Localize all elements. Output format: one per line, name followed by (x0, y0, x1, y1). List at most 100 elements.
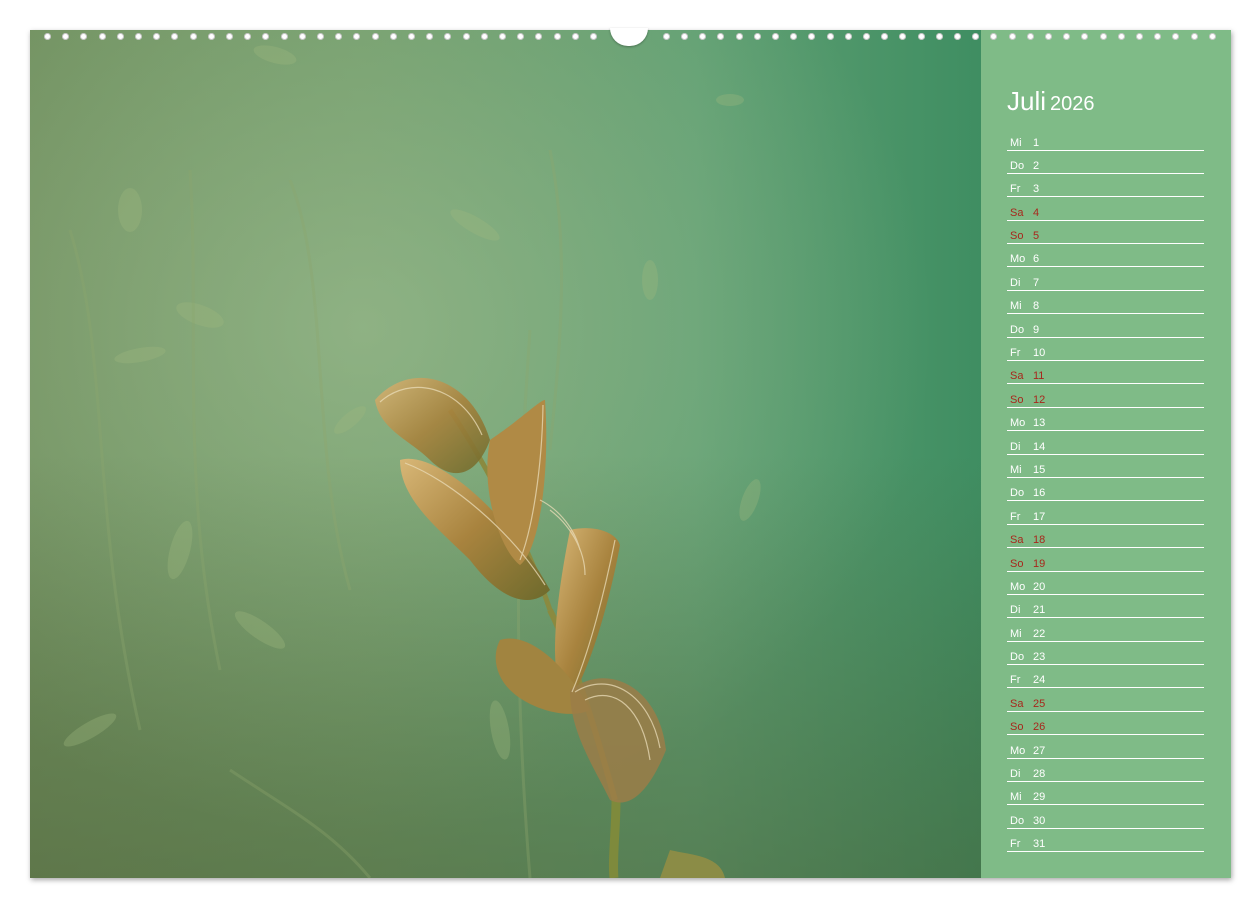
weekday-label: Do (1010, 487, 1025, 500)
weekday-label: So (1010, 557, 1024, 570)
day-number: 5 (1033, 230, 1040, 243)
weekday-label: Sa (1010, 697, 1024, 710)
calendar-page: Juli 2026 Mi 1 Do 2 Fr 3 Sa 4 So 5 Mo 6 Di 7 Mi 8 Do 9 Fr 10… (30, 30, 1231, 878)
day-number: 2 (1033, 159, 1040, 172)
day-number: 15 (1033, 463, 1046, 476)
day-row: Fr 3 (1007, 175, 1204, 198)
day-row: Di 28 (1007, 760, 1204, 783)
day-number: 24 (1033, 674, 1046, 687)
weekday-label: Fr (1010, 510, 1021, 523)
weekday-label: So (1010, 721, 1024, 734)
day-number: 25 (1033, 697, 1046, 710)
day-row: Mi 29 (1007, 783, 1204, 806)
day-number: 26 (1033, 721, 1046, 734)
day-row: Mi 1 (1007, 128, 1204, 151)
day-number: 23 (1033, 651, 1046, 664)
weekday-label: Mi (1010, 463, 1022, 476)
weekday-label: Do (1010, 323, 1025, 336)
weekday-label: Mi (1010, 791, 1022, 804)
day-number: 1 (1033, 136, 1040, 149)
day-number: 30 (1033, 814, 1046, 827)
day-number: 27 (1033, 744, 1046, 757)
day-row: Fr 24 (1007, 666, 1204, 689)
weekday-label: Fr (1010, 347, 1021, 360)
day-number: 10 (1033, 347, 1046, 360)
day-row: Mo 20 (1007, 572, 1204, 595)
year-label: 2026 (1050, 93, 1095, 115)
day-number: 4 (1033, 206, 1040, 219)
weekday-label: Mi (1010, 300, 1022, 313)
day-row: Di 21 (1007, 596, 1204, 619)
day-number: 16 (1033, 487, 1046, 500)
weekday-label: Mo (1010, 417, 1026, 430)
day-list: Mi 1 Do 2 Fr 3 Sa 4 So 5 Mo 6 Di 7 Mi 8 Do 9 Fr 10 Sa 11 So 12 M… (1007, 128, 1204, 853)
day-row: Di 7 (1007, 268, 1204, 291)
day-number: 12 (1033, 393, 1046, 406)
day-number: 7 (1033, 276, 1040, 289)
month-title: Juli 2026 (1007, 86, 1095, 117)
weekday-label: Di (1010, 440, 1021, 453)
weekday-label: Sa (1010, 206, 1024, 219)
weekday-label: Do (1010, 159, 1025, 172)
day-number: 19 (1033, 557, 1046, 570)
day-number: 17 (1033, 510, 1046, 523)
weekday-label: Fr (1010, 674, 1021, 687)
day-row: Do 2 (1007, 151, 1204, 174)
day-row: Sa 25 (1007, 689, 1204, 712)
weekday-label: Sa (1010, 370, 1024, 383)
weekday-label: Fr (1010, 838, 1021, 851)
day-number: 28 (1033, 768, 1046, 781)
weekday-label: Mo (1010, 253, 1026, 266)
day-row: Do 16 (1007, 479, 1204, 502)
plant-photo-icon (30, 30, 981, 878)
weekday-label: Sa (1010, 534, 1024, 547)
day-row: Mi 22 (1007, 619, 1204, 642)
weekday-label: Do (1010, 651, 1025, 664)
day-row: Do 30 (1007, 806, 1204, 829)
weekday-label: Di (1010, 604, 1021, 617)
weekday-label: Di (1010, 768, 1021, 781)
month-name: Juli (1007, 86, 1047, 116)
day-number: 20 (1033, 580, 1046, 593)
weekday-label: So (1010, 230, 1024, 243)
weekday-label: Mo (1010, 580, 1026, 593)
calendar-sidebar: Juli 2026 Mi 1 Do 2 Fr 3 Sa 4 So 5 Mo 6 Di 7 Mi 8 Do 9 Fr 10… (981, 30, 1231, 878)
day-number: 13 (1033, 417, 1046, 430)
day-number: 18 (1033, 534, 1046, 547)
day-number: 31 (1033, 838, 1046, 851)
day-number: 21 (1033, 604, 1046, 617)
weekday-label: Mo (1010, 744, 1026, 757)
day-row: Sa 18 (1007, 526, 1204, 549)
day-row: Do 9 (1007, 315, 1204, 338)
day-row: So 26 (1007, 713, 1204, 736)
weekday-label: Mi (1010, 627, 1022, 640)
day-row: Mi 8 (1007, 292, 1204, 315)
day-number: 29 (1033, 791, 1046, 804)
day-row: Sa 4 (1007, 198, 1204, 221)
day-row: Mo 27 (1007, 736, 1204, 759)
day-number: 22 (1033, 627, 1046, 640)
day-row: So 12 (1007, 385, 1204, 408)
day-row: Mo 13 (1007, 409, 1204, 432)
day-number: 9 (1033, 323, 1040, 336)
weekday-label: Fr (1010, 183, 1021, 196)
day-row: Fr 10 (1007, 339, 1204, 362)
day-number: 14 (1033, 440, 1046, 453)
day-number: 11 (1033, 370, 1045, 383)
underwater-plant-photo (30, 30, 981, 878)
day-row: Mo 6 (1007, 245, 1204, 268)
day-row: Mi 15 (1007, 455, 1204, 478)
day-number: 6 (1033, 253, 1040, 266)
day-row: So 19 (1007, 549, 1204, 572)
weekday-label: Di (1010, 276, 1021, 289)
weekday-label: So (1010, 393, 1024, 406)
day-row: Fr 31 (1007, 830, 1204, 853)
day-row: Do 23 (1007, 643, 1204, 666)
weekday-label: Do (1010, 814, 1025, 827)
day-row: Fr 17 (1007, 502, 1204, 525)
weekday-label: Mi (1010, 136, 1022, 149)
day-row: So 5 (1007, 222, 1204, 245)
day-number: 3 (1033, 183, 1040, 196)
day-row: Di 14 (1007, 432, 1204, 455)
day-row: Sa 11 (1007, 362, 1204, 385)
